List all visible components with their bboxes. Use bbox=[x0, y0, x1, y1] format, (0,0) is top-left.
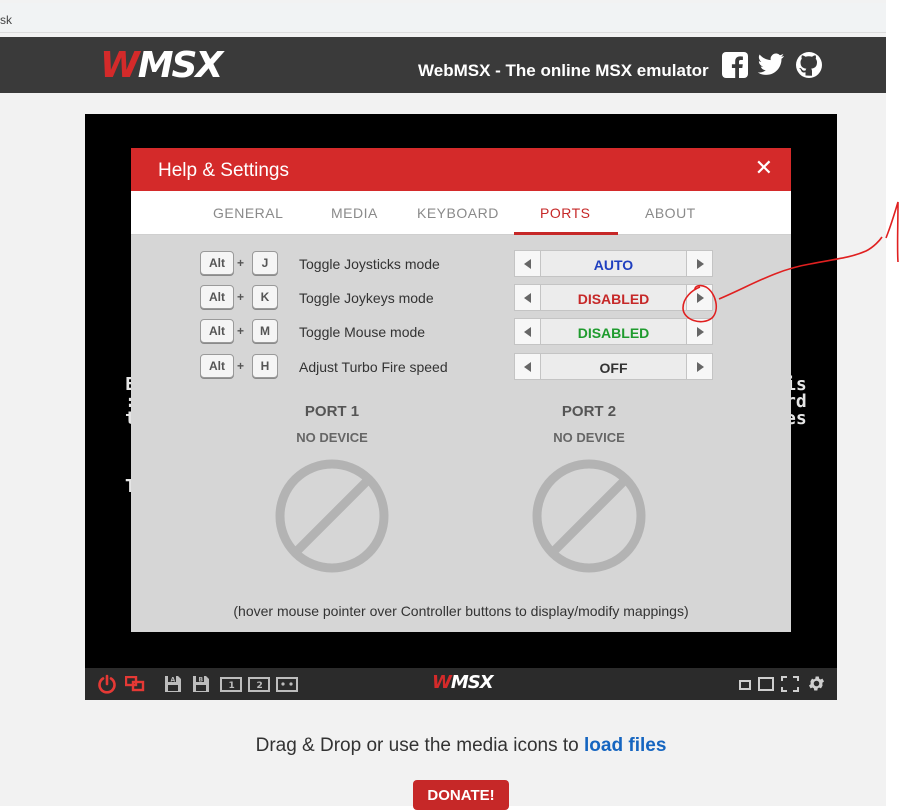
joykeys-mode-selector[interactable]: DISABLED bbox=[514, 284, 713, 311]
arrow-left-icon bbox=[523, 292, 531, 303]
setting-label: Toggle Joysticks mode bbox=[299, 256, 440, 272]
tab-ports[interactable]: PORTS bbox=[540, 205, 590, 221]
cartridge-1-icon[interactable]: 1 bbox=[220, 677, 242, 692]
close-icon[interactable]: ✕ bbox=[755, 158, 773, 180]
svg-text:2: 2 bbox=[257, 681, 263, 691]
selector-value: AUTO bbox=[593, 257, 634, 273]
dialog-title: Help & Settings bbox=[158, 160, 289, 181]
port-2-title: PORT 2 bbox=[561, 403, 617, 420]
next-option-button[interactable] bbox=[686, 354, 712, 379]
selector-value: OFF bbox=[599, 360, 628, 376]
alt-key: Alt bbox=[200, 251, 234, 275]
browser-address-bar[interactable]: sk bbox=[0, 3, 886, 33]
turbo-fire-selector[interactable]: OFF bbox=[514, 353, 713, 380]
facebook-icon[interactable] bbox=[721, 51, 749, 79]
site-title: WebMSX - The online MSX emulator bbox=[418, 61, 709, 80]
shortcut-key: M bbox=[252, 319, 278, 343]
tab-about[interactable]: ABOUT bbox=[645, 205, 696, 221]
tab-keyboard[interactable]: KEYBOARD bbox=[417, 205, 499, 221]
logo-text: MSX bbox=[137, 45, 224, 86]
setting-row-mouse: Alt + M Toggle Mouse mode DISABLED bbox=[131, 318, 791, 345]
load-files-link[interactable]: load files bbox=[584, 735, 666, 756]
alt-key: Alt bbox=[200, 285, 234, 309]
port-2-no-device-icon[interactable] bbox=[531, 458, 647, 574]
setting-row-turbo-fire: Alt + H Adjust Turbo Fire speed OFF bbox=[131, 353, 791, 380]
webmsx-logo[interactable]: WMSX bbox=[100, 48, 223, 84]
mouse-mode-selector[interactable]: DISABLED bbox=[514, 318, 713, 345]
svg-text:1: 1 bbox=[229, 681, 235, 691]
tab-bar: GENERAL MEDIA KEYBOARD PORTS ABOUT bbox=[131, 191, 791, 235]
arrow-left-icon bbox=[523, 326, 531, 337]
arrow-left-icon bbox=[523, 361, 531, 372]
power-icon[interactable] bbox=[97, 674, 117, 694]
selector-value: DISABLED bbox=[577, 291, 650, 307]
setting-label: Toggle Mouse mode bbox=[299, 324, 426, 340]
settings-gear-icon[interactable] bbox=[807, 674, 826, 693]
msx-bar-logo: WMSX bbox=[432, 672, 494, 693]
small-window-icon[interactable] bbox=[739, 680, 751, 690]
address-text: sk bbox=[0, 13, 12, 27]
page: sk WMSX WebMSX - The online MSX emulator… bbox=[0, 0, 900, 810]
scrollbar-area[interactable] bbox=[886, 0, 900, 806]
disk-b-icon[interactable]: B bbox=[192, 675, 210, 693]
previous-option-button[interactable] bbox=[515, 285, 541, 310]
plus-sign: + bbox=[237, 324, 245, 338]
shortcut-key: K bbox=[252, 285, 278, 309]
arrow-right-icon bbox=[696, 258, 704, 269]
cartridge-2-icon[interactable]: 2 bbox=[248, 677, 270, 692]
window-icon[interactable] bbox=[758, 677, 774, 691]
alt-key: Alt bbox=[200, 354, 234, 378]
twitter-icon[interactable] bbox=[757, 51, 785, 79]
tape-icon[interactable] bbox=[276, 677, 298, 692]
arrow-left-icon bbox=[523, 258, 531, 269]
plus-sign: + bbox=[237, 256, 245, 270]
next-option-button[interactable] bbox=[686, 251, 712, 276]
shortcut-key: J bbox=[252, 251, 278, 275]
shortcut-key: H bbox=[252, 354, 278, 378]
help-settings-dialog: Help & Settings ✕ GENERAL MEDIA KEYBOARD… bbox=[131, 148, 791, 632]
previous-option-button[interactable] bbox=[515, 251, 541, 276]
emulator-control-bar: A B 1 2 WMSX bbox=[85, 668, 837, 700]
svg-text:A: A bbox=[171, 677, 176, 684]
svg-text:B: B bbox=[199, 677, 204, 684]
previous-option-button[interactable] bbox=[515, 354, 541, 379]
tab-general[interactable]: GENERAL bbox=[213, 205, 283, 221]
tab-media[interactable]: MEDIA bbox=[331, 205, 378, 221]
setting-row-joysticks: Alt + J Toggle Joysticks mode AUTO bbox=[131, 250, 791, 277]
disk-a-icon[interactable]: A bbox=[164, 675, 182, 693]
fullscreen-icon[interactable] bbox=[781, 676, 799, 692]
drop-instructions: Drag & Drop or use the media icons to lo… bbox=[0, 735, 900, 757]
next-option-button[interactable] bbox=[686, 285, 712, 310]
previous-option-button[interactable] bbox=[515, 319, 541, 344]
joysticks-mode-selector[interactable]: AUTO bbox=[514, 250, 713, 277]
logo-prefix: W bbox=[100, 45, 140, 86]
active-tab-indicator bbox=[514, 232, 618, 235]
mapping-hint: (hover mouse pointer over Controller but… bbox=[233, 603, 689, 619]
port-1-no-device-icon[interactable] bbox=[274, 458, 390, 574]
plus-sign: + bbox=[237, 290, 245, 304]
arrow-right-icon bbox=[696, 292, 704, 303]
port-1-title: PORT 1 bbox=[304, 403, 360, 420]
dialog-header: Help & Settings ✕ bbox=[131, 148, 791, 191]
github-icon[interactable] bbox=[795, 51, 823, 79]
plus-sign: + bbox=[237, 359, 245, 373]
selector-value: DISABLED bbox=[577, 325, 650, 341]
port-2-device: NO DEVICE bbox=[553, 430, 625, 445]
alt-key: Alt bbox=[200, 319, 234, 343]
drop-text: Drag & Drop or use the media icons to bbox=[255, 735, 585, 756]
next-option-button[interactable] bbox=[686, 319, 712, 344]
setting-label: Toggle Joykeys mode bbox=[299, 290, 434, 306]
port-1-device: NO DEVICE bbox=[296, 430, 368, 445]
setting-label: Adjust Turbo Fire speed bbox=[299, 359, 448, 375]
arrow-right-icon bbox=[696, 361, 704, 372]
setting-row-joykeys: Alt + K Toggle Joykeys mode DISABLED bbox=[131, 284, 791, 311]
arrow-right-icon bbox=[696, 326, 704, 337]
devices-icon[interactable] bbox=[125, 676, 145, 692]
